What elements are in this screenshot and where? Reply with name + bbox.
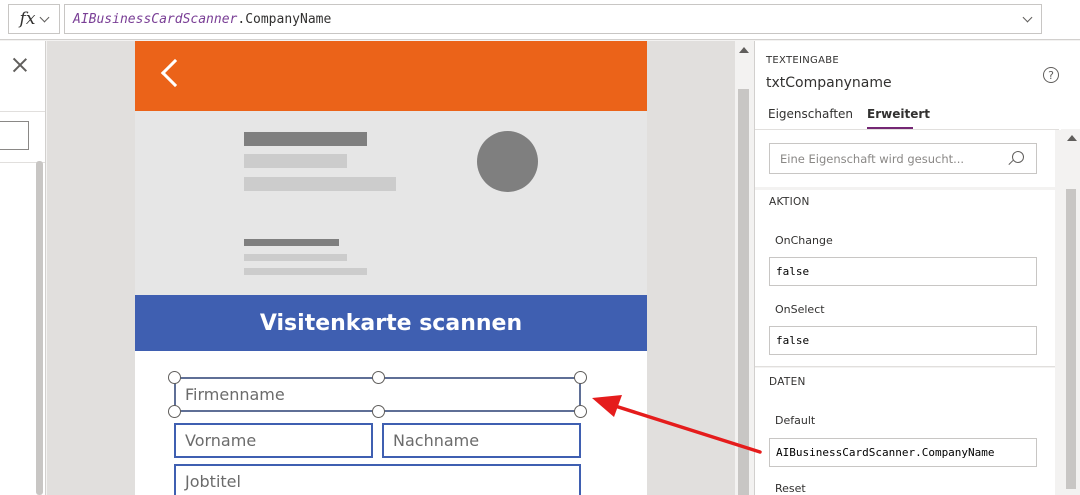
- last-name-input[interactable]: Nachname: [382, 423, 581, 458]
- tab-advanced[interactable]: Erweitert: [867, 107, 930, 121]
- formula-dot: .: [237, 11, 246, 27]
- scroll-up-icon[interactable]: [739, 47, 749, 53]
- card-placeholder-line: [244, 239, 339, 246]
- selection-handle[interactable]: [574, 371, 587, 384]
- card-placeholder-line: [244, 132, 367, 146]
- onselect-label: OnSelect: [775, 303, 825, 316]
- left-panel: [0, 41, 46, 495]
- app-header: [135, 41, 647, 111]
- formula-expand-chevron-icon[interactable]: [1022, 12, 1033, 23]
- scan-card-button[interactable]: Visitenkarte scannen: [135, 295, 647, 351]
- card-placeholder-line: [244, 154, 347, 168]
- tab-properties[interactable]: Eigenschaften: [768, 107, 853, 121]
- help-icon[interactable]: ?: [1043, 67, 1059, 83]
- selection-handle[interactable]: [372, 405, 385, 418]
- chevron-down-icon: [39, 12, 50, 22]
- scan-card-label: Visitenkarte scannen: [259, 310, 523, 336]
- action-section: AKTION OnChange false OnSelect false: [755, 190, 1055, 366]
- last-name-placeholder: Nachname: [393, 431, 480, 450]
- onchange-label: OnChange: [775, 234, 833, 247]
- canvas-scroll-thumb[interactable]: [738, 89, 749, 495]
- control-type-label: TEXTEINGABE: [766, 55, 840, 66]
- data-section: DATEN Default AIBusinessCardScanner.Comp…: [755, 368, 1055, 495]
- business-card-image[interactable]: [135, 111, 647, 295]
- canvas-scrollbar[interactable]: [735, 41, 753, 495]
- first-name-placeholder: Vorname: [185, 431, 257, 450]
- card-placeholder-line: [244, 177, 396, 191]
- app-screen: Visitenkarte scannen Firmenname Vorname …: [135, 41, 647, 495]
- formula-identifier: AIBusinessCardScanner: [73, 11, 238, 27]
- company-name-placeholder: Firmenname: [185, 385, 285, 404]
- selection-handle[interactable]: [168, 405, 181, 418]
- scroll-up-icon[interactable]: [1067, 135, 1077, 141]
- section-divider: [755, 366, 1055, 367]
- properties-scrollbar[interactable]: [1061, 129, 1080, 495]
- job-title-placeholder: Jobtitel: [185, 472, 241, 491]
- properties-scroll-thumb[interactable]: [1066, 189, 1076, 489]
- default-value-input[interactable]: AIBusinessCardScanner.CompanyName: [769, 438, 1037, 467]
- formula-property: CompanyName: [245, 11, 332, 27]
- onchange-value-input[interactable]: false: [769, 257, 1037, 286]
- left-panel-search-input[interactable]: [0, 121, 29, 150]
- control-name: txtCompanyname: [766, 75, 892, 91]
- selection-handle[interactable]: [168, 371, 181, 384]
- formula-bar: fx AIBusinessCardScanner. CompanyName: [0, 0, 1080, 40]
- first-name-input[interactable]: Vorname: [174, 423, 373, 458]
- fx-button[interactable]: fx: [8, 4, 60, 34]
- back-arrow-icon[interactable]: [160, 58, 190, 88]
- reset-label: Reset: [775, 482, 806, 495]
- data-section-title: DATEN: [769, 376, 806, 388]
- action-section-title: AKTION: [769, 196, 810, 208]
- selection-handle[interactable]: [372, 371, 385, 384]
- left-panel-divider: [0, 111, 45, 112]
- properties-panel: TEXTEINGABE txtCompanyname ? Eigenschaft…: [754, 41, 1080, 495]
- close-icon[interactable]: [11, 56, 29, 74]
- card-placeholder-line: [244, 254, 347, 261]
- left-panel-scrollbar[interactable]: [36, 161, 43, 495]
- property-search-input[interactable]: Eine Eigenschaft wird gesucht...: [769, 143, 1037, 174]
- search-icon: [1012, 151, 1024, 163]
- selection-handle[interactable]: [574, 405, 587, 418]
- fx-icon: fx: [19, 9, 36, 29]
- onselect-value-input[interactable]: false: [769, 326, 1037, 355]
- formula-input[interactable]: AIBusinessCardScanner. CompanyName: [64, 4, 1042, 34]
- property-search-placeholder: Eine Eigenschaft wird gesucht...: [780, 151, 965, 166]
- card-placeholder-avatar: [477, 131, 538, 192]
- job-title-input[interactable]: Jobtitel: [174, 464, 581, 495]
- default-label: Default: [775, 414, 816, 427]
- card-placeholder-line: [244, 268, 367, 275]
